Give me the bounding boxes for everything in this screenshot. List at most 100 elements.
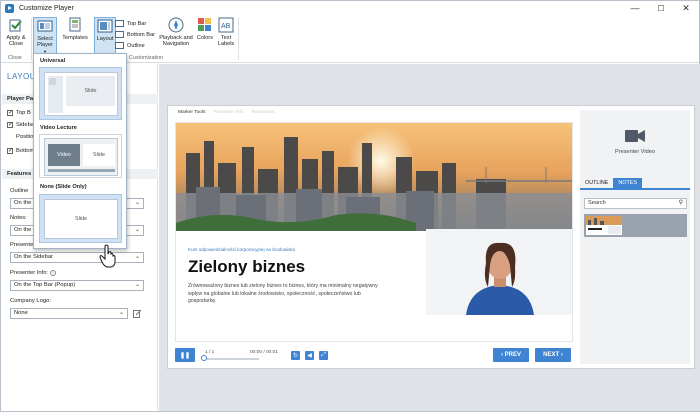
app-icon <box>5 3 14 13</box>
close-button[interactable]: ✕ <box>674 1 698 15</box>
outline-button[interactable]: Outline <box>115 41 145 50</box>
select-player-label: Select Player <box>37 36 53 49</box>
playback-bar: ❚❚ 1 / 1 00:00 / 00:01 ↻ ◀ ⤢ ‹ PREV NEXT… <box>175 348 573 364</box>
position-label: Positio <box>16 134 34 140</box>
customize-player-window: Customize Player — ☐ ✕ Apply & Close Sel… <box>0 0 700 412</box>
top-bar-checkbox[interactable]: Top B <box>7 109 31 116</box>
bottom-bar-checkbox[interactable]: Bottom <box>7 147 35 154</box>
preview-stage: Marker Tools Presenter Info Resources Ku… <box>159 64 700 411</box>
prev-button[interactable]: ‹ PREV <box>493 348 529 362</box>
apply-close-icon <box>8 17 24 33</box>
none-slide-preview: Slide <box>44 199 118 239</box>
checkbox-label: Sideba <box>16 122 35 128</box>
layout-icon <box>97 18 113 34</box>
none-slide-only-label: None (Slide Only) <box>40 184 87 190</box>
fullscreen-button[interactable]: ⤢ <box>319 351 328 360</box>
slide-counter: 1 / 1 <box>205 350 215 355</box>
company-logo-select[interactable]: None ⌄ <box>10 308 128 319</box>
presenter-info-select[interactable]: On the Top Bar (Popup) ⌄ <box>10 280 144 291</box>
pause-button[interactable]: ❚❚ <box>175 348 195 362</box>
checkbox-box <box>7 147 13 154</box>
templates-button[interactable]: Templates <box>61 17 89 55</box>
svg-text:AB: AB <box>221 23 231 30</box>
course-label: Kurs odpowiedzialności korporacyjnej na … <box>188 247 296 252</box>
chevron-down-icon: ⌄ <box>134 200 140 206</box>
outline-label: Outline <box>127 42 145 49</box>
select-player-button[interactable]: Select Player ▼ <box>33 17 57 55</box>
seek-handle[interactable] <box>201 355 207 361</box>
chevron-down-icon: ⌄ <box>134 254 140 260</box>
edit-logo-icon[interactable] <box>133 309 142 318</box>
none-slide-only-option[interactable]: Slide <box>39 194 122 243</box>
presenter-photo <box>426 229 572 315</box>
notes-field-label: Notes: <box>10 215 27 221</box>
sidebar-search-input[interactable]: Search ⚲ <box>584 198 687 209</box>
templates-icon <box>67 17 83 33</box>
top-bar-button[interactable]: Top Bar <box>115 19 146 28</box>
video-lecture-option[interactable]: Video Slide <box>39 134 122 178</box>
volume-button[interactable]: ◀ <box>305 351 314 360</box>
presenter-video-area: Presenter Video <box>580 110 690 173</box>
presenter-video-select[interactable]: On the Sidebar ⌄ <box>10 252 144 263</box>
sidebar-tabs: OUTLINE NOTES <box>580 178 690 190</box>
slide-thumbnail <box>586 216 622 235</box>
layout-button[interactable]: Layout <box>94 17 116 55</box>
tab-outline[interactable]: OUTLINE <box>580 178 613 188</box>
title-bar: Customize Player — ☐ ✕ <box>1 1 699 15</box>
seekbar[interactable] <box>203 358 259 360</box>
outline-list-item[interactable] <box>584 214 687 237</box>
company-logo-select-value: None <box>14 310 28 316</box>
bottom-bar-label: Bottom Bar <box>127 31 155 38</box>
apply-close-button[interactable]: Apply & Close <box>3 17 29 55</box>
text-labels-icon: AB <box>218 17 234 33</box>
outline-select-value: On the <box>14 200 32 206</box>
volume-icon: ◀ <box>307 353 312 359</box>
slide-body-text: Zrównoważony biznes lub zielony biznes t… <box>188 283 378 305</box>
text-labels-button[interactable]: AB Text Labels <box>216 17 236 55</box>
top-bar-label: Top Bar <box>127 20 147 27</box>
chevron-down-icon: ⌄ <box>118 310 124 316</box>
layout-label: Layout <box>96 36 114 42</box>
select-player-icon <box>37 18 53 34</box>
info-icon[interactable]: i <box>50 270 57 276</box>
bottom-bar-icon <box>115 31 124 38</box>
tab-notes[interactable]: NOTES <box>613 178 642 188</box>
minimize-button[interactable]: — <box>623 1 647 15</box>
video-lecture-video-preview: Video <box>48 144 80 166</box>
compass-icon <box>168 17 184 33</box>
playback-navigation-label: Playback and Navigation <box>159 35 193 48</box>
pause-icon: ❚❚ <box>179 352 191 359</box>
tab-marker-tools[interactable]: Marker Tools <box>178 110 205 115</box>
replay-button[interactable]: ↻ <box>291 351 300 360</box>
sidebar-checkbox[interactable]: Sideba <box>7 121 35 128</box>
checkbox-label: Top B <box>16 110 31 116</box>
chevron-down-icon: ⌄ <box>134 227 140 233</box>
next-button[interactable]: NEXT › <box>535 348 571 362</box>
tab-resources[interactable]: Resources <box>252 110 275 115</box>
tab-presenter-info[interactable]: Presenter Info <box>213 110 243 115</box>
player-sidebar: Presenter Video OUTLINE NOTES Search ⚲ <box>580 110 690 364</box>
presenter-video-select-value: On the Sidebar <box>14 254 53 260</box>
presenter-info-label-text: Presenter Info: <box>10 270 49 276</box>
group-close-label: Close <box>8 55 22 61</box>
company-logo-field-label: Company Logo: <box>10 298 51 304</box>
checkbox-label: Bottom <box>16 148 35 154</box>
outline-field-label: Outline <box>10 188 29 194</box>
video-lecture-slide-preview: Slide <box>83 144 115 166</box>
universal-slide-preview: Slide <box>66 76 115 106</box>
presenter-video-field-label: Presente <box>10 242 34 248</box>
hand-cursor-icon <box>99 244 117 268</box>
video-camera-icon <box>625 129 645 142</box>
presenter-info-select-value: On the Top Bar (Popup) <box>14 282 76 288</box>
player-preview: Marker Tools Presenter Info Resources Ku… <box>167 105 695 369</box>
apply-close-label: Apply & Close <box>6 35 26 48</box>
bottom-bar-button[interactable]: Bottom Bar <box>115 30 155 39</box>
video-lecture-label: Video Lecture <box>40 125 77 131</box>
checkbox-box <box>7 121 13 128</box>
colors-button[interactable]: Colors <box>196 17 214 55</box>
chevron-down-icon: ⌄ <box>134 282 140 288</box>
playback-navigation-button[interactable]: Playback and Navigation <box>157 17 195 55</box>
universal-option[interactable]: Slide <box>39 67 122 120</box>
top-bar-icon <box>115 20 124 27</box>
maximize-button[interactable]: ☐ <box>649 1 673 15</box>
